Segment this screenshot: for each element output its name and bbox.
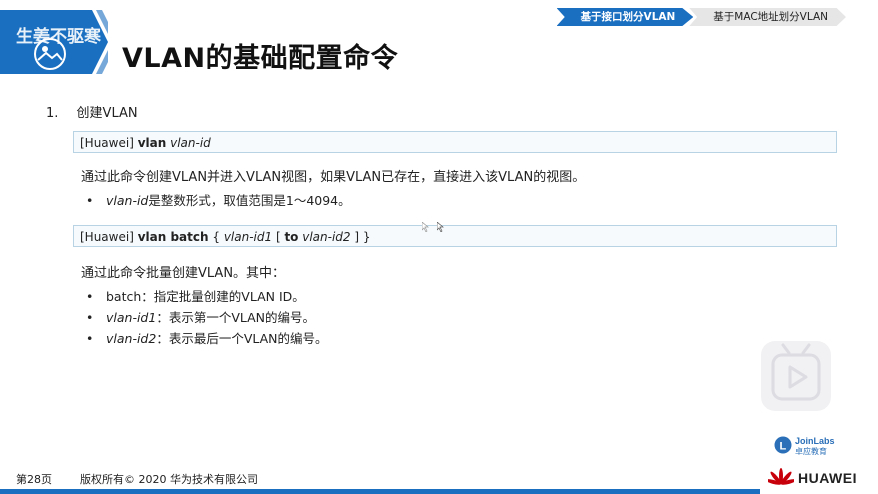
bullet-text: ：表示最后一个VLAN的编号。 [156, 331, 328, 346]
desc-batch: 通过此命令批量创建VLAN。其中： [81, 266, 286, 281]
cmd1-param: vlan-id [170, 136, 211, 150]
footer: 第28页 版权所有© 2020 华为技术有限公司 [16, 471, 258, 487]
bullet-dot: • [86, 193, 94, 208]
tab-mac-vlan[interactable]: 基于MAC地址划分VLAN [689, 8, 846, 26]
video-play-icon[interactable] [761, 341, 831, 411]
cmd2-open: { [208, 230, 224, 244]
watermark-text: 生姜不驱寒 [16, 27, 101, 47]
desc-create-vlan: 通过此命令创建VLAN并进入VLAN视图，如果VLAN已存在，直接进入该VLAN… [81, 170, 586, 185]
top-nav: 基于接口划分VLAN 基于MAC地址划分VLAN [556, 8, 846, 26]
cmd2-to: to [284, 230, 299, 244]
bullet-text: ：指定批量创建的VLAN ID。 [141, 289, 305, 304]
bullet-dot: • [86, 289, 94, 304]
copyright: 版权所有© 2020 华为技术有限公司 [80, 473, 258, 486]
bullet-text: ：表示第一个VLAN的编号。 [156, 310, 316, 325]
joinlabs-l-icon: L [774, 436, 792, 454]
cursor-ghost-icon [422, 222, 429, 232]
bullet-vlan-id1: • vlan-id1：表示第一个VLAN的编号。 [86, 307, 315, 326]
huawei-flower-icon [768, 468, 794, 485]
section-number: 1. [46, 106, 59, 121]
bottom-accent-bar [0, 489, 760, 494]
svg-text:L: L [780, 441, 787, 453]
joinlabs-cn: 卓应教育 [795, 447, 827, 456]
section-title: 创建VLAN [76, 106, 138, 121]
bullet-text: 是整数形式，取值范围是1～4094。 [148, 193, 351, 208]
bullet-vlan-id2: • vlan-id2：表示最后一个VLAN的编号。 [86, 328, 328, 347]
cmd2-prefix: [Huawei] [80, 230, 138, 244]
bullet-term: vlan-id2 [106, 331, 157, 346]
cmd1-keyword: vlan [137, 136, 167, 150]
joinlabs-name: JoinLabs [795, 436, 835, 446]
cmd1-prefix: [Huawei] [80, 136, 138, 150]
bullet-dot: • [86, 310, 94, 325]
cmd2-bracket: [ [272, 230, 285, 244]
cmd2-param1: vlan-id1 [223, 230, 273, 244]
bullet-term: vlan-id1 [106, 310, 157, 325]
command-box-vlan: [Huawei] vlan vlan-id [73, 131, 837, 153]
page-number: 第28页 [16, 473, 52, 486]
bullet-vlan-id: • vlan-id是整数形式，取值范围是1～4094。 [86, 190, 351, 209]
huawei-wordmark: HUAWEI [798, 470, 857, 486]
bullet-term: vlan-id [106, 193, 149, 208]
cmd2-param2: vlan-id2 [302, 230, 351, 244]
bullet-batch: • batch：指定批量创建的VLAN ID。 [86, 286, 305, 305]
cmd2-close: ] } [350, 230, 371, 244]
section-heading: 1. 创建VLAN [46, 102, 138, 121]
cmd2-keyword: vlan batch [137, 230, 209, 244]
bullet-term: batch [106, 289, 142, 304]
mouse-cursor-icon [437, 222, 444, 232]
page-title: VLAN的基础配置命令 [122, 43, 399, 74]
bullet-dot: • [86, 331, 94, 346]
tab-interface-vlan[interactable]: 基于接口划分VLAN [556, 8, 694, 26]
command-box-vlan-batch: [Huawei] vlan batch { vlan-id1 [ to vlan… [73, 225, 837, 247]
